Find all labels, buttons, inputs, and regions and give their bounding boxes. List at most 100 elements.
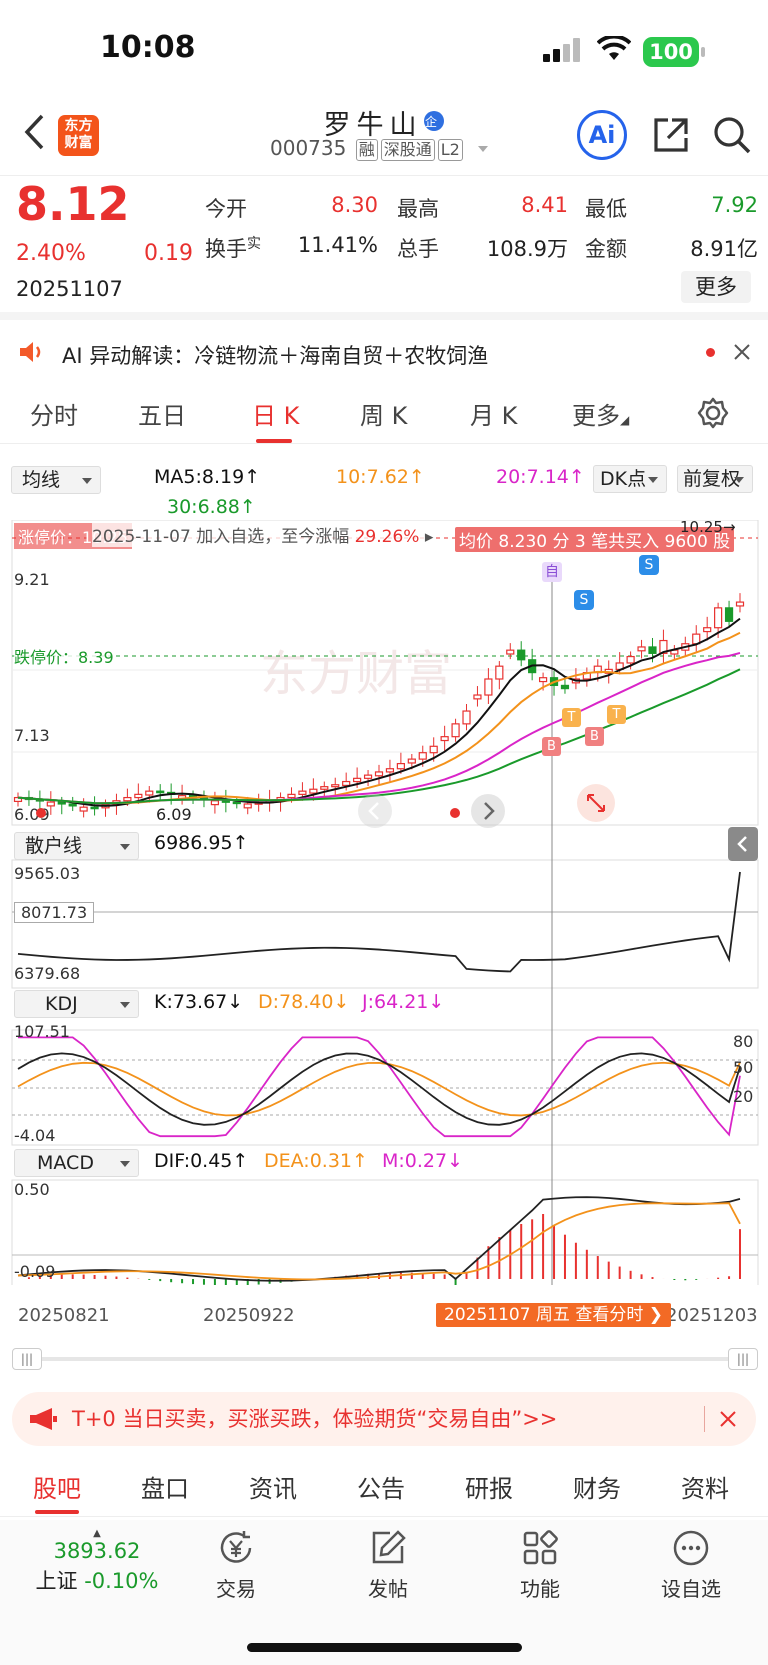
close-icon[interactable] [733, 343, 751, 361]
edit-icon [372, 1530, 406, 1564]
watermark-text: 东方财富 [260, 646, 452, 702]
cursor-date-button[interactable]: 20251107 周五 查看分时 ❯ [436, 1303, 671, 1327]
low-price-mark: 6.09 [156, 805, 192, 824]
battery-icon: 100 [643, 37, 705, 67]
candle-body [287, 793, 296, 799]
candle-body [90, 806, 99, 810]
settings-gear-icon[interactable] [696, 396, 730, 430]
content-tabs: 股吧 盘口 资讯 公告 研报 财务 资料 [0, 1455, 768, 1517]
tab-daily-k[interactable]: 日 K [252, 396, 299, 443]
function-button[interactable]: 功能 [490, 1528, 590, 1602]
amount-value: 8.91亿 [690, 237, 758, 261]
collapse-panel-icon[interactable] [728, 827, 758, 861]
candle-body [331, 784, 340, 788]
macd-m-value: M:0.27↓ [382, 1150, 464, 1172]
tab-news[interactable]: 资讯 [249, 1469, 297, 1504]
y-axis-high: 9.21 [14, 570, 50, 589]
volume-value: 108.9万 [486, 237, 568, 261]
candle-body [221, 800, 230, 803]
tab-announcements[interactable]: 公告 [357, 1469, 405, 1504]
kline-chart-area[interactable]: 均线 MA5:8.19↑ 10:7.62↑ 20:7.14↑ 30:6.88↑ … [0, 450, 768, 1370]
tab-finance[interactable]: 财务 [573, 1469, 621, 1504]
candle-body [703, 627, 712, 633]
futures-promo-banner[interactable]: T+0 当日买卖，买涨买跌，体验期货“交易自由”>> [12, 1392, 756, 1446]
candle-body [462, 710, 471, 725]
tab-profile[interactable]: 资料 [681, 1469, 729, 1504]
dk-button[interactable]: DK点 [593, 465, 667, 493]
more-dots-icon [673, 1530, 709, 1566]
limit-up-top-mark: 10.25→ [680, 518, 736, 536]
search-icon[interactable] [711, 114, 753, 156]
adjust-button[interactable]: 前复权 [677, 465, 753, 493]
kdj-j-line [18, 1036, 741, 1138]
more-button[interactable]: 更多 [681, 271, 751, 303]
wifi-icon [597, 36, 631, 60]
tab-guba[interactable]: 股吧 [33, 1469, 81, 1514]
tab-weekly-k[interactable]: 周 K [360, 396, 407, 431]
tag-connect: 深股通 [380, 139, 435, 161]
unread-dot [706, 348, 715, 357]
t-mark: T [562, 708, 581, 727]
index-value: 3893.62 [53, 1539, 141, 1563]
range-scrollbar[interactable]: ||| ||| [12, 1348, 758, 1370]
retail-mid: 8071.73 [14, 902, 95, 923]
candle-body [517, 649, 526, 661]
kdj-d-value: D:78.40↓ [258, 991, 350, 1013]
chevron-left-icon[interactable] [357, 793, 393, 829]
ma30-label: 30:6.88↑ [167, 496, 256, 518]
trade-button[interactable]: 交易 [186, 1528, 286, 1602]
ai-anomaly-bar[interactable]: AI 异动解读：冷链物流＋海南自贸＋农牧饲渔 [0, 328, 768, 376]
volume-label: 总手 [397, 237, 439, 261]
candle-body [309, 788, 318, 794]
since-added-note[interactable]: 2025-11-07 加入自选，至今涨幅 29.26% ▸ [92, 522, 434, 547]
high-label: 最高 [397, 197, 439, 221]
candle-body [724, 607, 734, 622]
candle-body [560, 684, 570, 690]
x-date-start: 20250821 [18, 1305, 110, 1326]
candle-body [648, 646, 657, 654]
scroll-handle-right[interactable]: ||| [728, 1348, 758, 1370]
index-widget[interactable]: ▲ 3893.62 上证 -0.10% [22, 1528, 172, 1595]
self-select-mark: 自 [542, 562, 562, 582]
candle-body [385, 768, 395, 773]
candle-body [538, 677, 548, 683]
close-icon[interactable] [719, 1410, 737, 1428]
buy-mark: B [542, 737, 561, 756]
tab-more[interactable]: 更多◢ [572, 396, 629, 431]
candle-body [473, 694, 482, 700]
candle-body [79, 806, 88, 812]
sell-mark: S [639, 555, 659, 575]
scroll-handle-left[interactable]: ||| [12, 1348, 42, 1370]
tab-intraday[interactable]: 分时 [30, 396, 78, 431]
dropdown-icon[interactable] [475, 143, 491, 155]
retail-line-select[interactable]: 散户线 [14, 832, 139, 860]
kdj-select[interactable]: KDJ [14, 990, 139, 1018]
low-value: 7.92 [711, 193, 758, 217]
add-watchlist-button[interactable]: 设自选 [641, 1528, 741, 1602]
post-button[interactable]: 发帖 [338, 1528, 438, 1602]
tab-monthly-k[interactable]: 月 K [470, 396, 517, 431]
candle-body [68, 803, 77, 807]
kdj-min: -4.04 [14, 1126, 56, 1145]
turnover-value: 11.41% [297, 233, 378, 257]
tab-research[interactable]: 研报 [465, 1469, 513, 1504]
expand-icon[interactable] [576, 783, 616, 823]
tab-5day[interactable]: 五日 [138, 396, 186, 431]
ma5-label: MA5:8.19↑ [154, 466, 261, 488]
index-name: 上证 [35, 1569, 78, 1593]
chevron-right-icon[interactable] [470, 793, 506, 829]
share-icon[interactable] [650, 114, 692, 156]
ai-button[interactable]: Ai [577, 110, 627, 160]
candle-body [145, 790, 154, 796]
candle-body [637, 646, 646, 652]
index-change: -0.10% [84, 1569, 159, 1593]
candle-body [243, 803, 252, 809]
retail-line-value: 6986.95↑ [154, 832, 249, 854]
macd-select[interactable]: MACD [14, 1149, 139, 1177]
ma-select[interactable]: 均线 [11, 466, 101, 494]
kdj-k-line [17, 1052, 741, 1126]
tag-l2: L2 [437, 139, 463, 161]
change-pct: 2.40% [16, 241, 86, 266]
candle-body [374, 771, 384, 777]
tab-pankou[interactable]: 盘口 [141, 1469, 189, 1504]
